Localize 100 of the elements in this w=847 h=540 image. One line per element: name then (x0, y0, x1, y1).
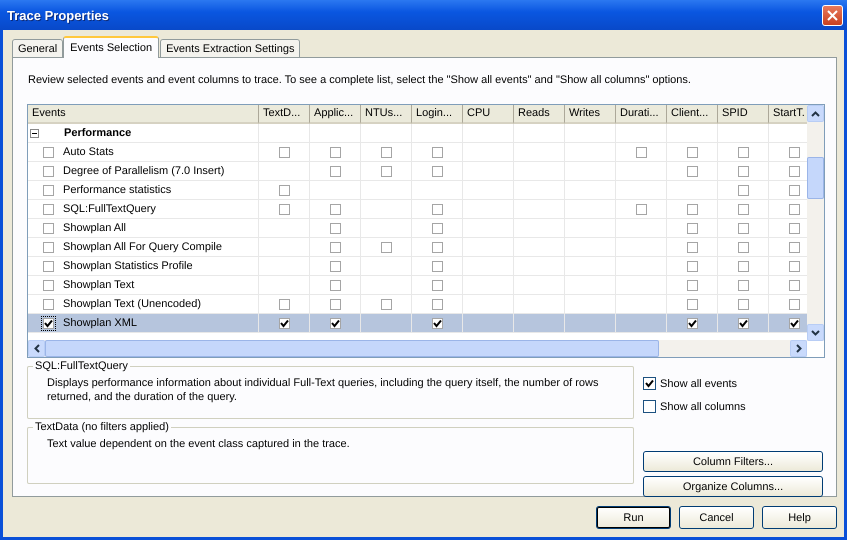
checkbox[interactable] (330, 298, 340, 310)
checkbox[interactable] (43, 184, 54, 196)
column-header[interactable]: TextD... (259, 105, 310, 124)
checkbox[interactable] (788, 260, 800, 272)
checkbox[interactable] (432, 166, 442, 176)
checkbox[interactable] (43, 242, 54, 252)
checkbox[interactable] (788, 280, 800, 290)
checkbox[interactable] (432, 298, 442, 310)
checkbox[interactable] (738, 204, 748, 214)
checkbox[interactable] (686, 260, 698, 272)
checkbox[interactable] (432, 204, 442, 214)
side-button[interactable]: Column Filters... (643, 451, 823, 472)
scroll-down-icon[interactable] (807, 324, 824, 341)
scroll-thumb[interactable] (45, 340, 659, 357)
checkbox[interactable] (738, 298, 748, 310)
checkbox[interactable] (43, 318, 54, 328)
checkbox[interactable] (330, 242, 340, 252)
checkbox[interactable] (432, 222, 442, 234)
checkbox[interactable] (278, 184, 290, 196)
checkbox[interactable] (330, 204, 340, 214)
column-header[interactable]: Reads (514, 105, 565, 124)
column-header[interactable]: SPID (718, 105, 769, 124)
checkbox[interactable] (788, 146, 800, 158)
checkbox[interactable] (788, 184, 800, 196)
checkbox[interactable] (330, 146, 340, 158)
checkbox[interactable] (738, 318, 748, 328)
checkbox[interactable] (643, 400, 656, 413)
checkbox[interactable] (330, 166, 340, 176)
checkbox[interactable] (432, 260, 442, 272)
checkbox[interactable] (788, 222, 800, 234)
column-header[interactable]: Durati... (616, 105, 667, 124)
checkbox[interactable] (278, 204, 290, 214)
checkbox[interactable] (738, 146, 748, 158)
checkbox[interactable] (278, 146, 290, 158)
checkbox[interactable] (43, 166, 54, 176)
column-header[interactable]: Login... (412, 105, 463, 124)
dialog-button[interactable]: Run (596, 506, 671, 529)
column-header[interactable]: CPU (463, 105, 514, 124)
column-header[interactable]: Events (28, 105, 259, 124)
checkbox[interactable] (686, 280, 698, 290)
close-button[interactable] (822, 4, 843, 26)
checkbox[interactable] (278, 298, 290, 310)
checkbox[interactable] (686, 204, 698, 214)
scroll-left-icon[interactable] (28, 340, 45, 357)
column-header[interactable]: StartT. (769, 105, 807, 124)
checkbox[interactable] (686, 318, 698, 328)
checkbox[interactable] (432, 242, 442, 252)
collapse-toggle[interactable] (30, 128, 39, 138)
checkbox[interactable] (738, 166, 748, 176)
horizontal-scrollbar[interactable] (28, 340, 807, 357)
checkbox[interactable] (330, 280, 340, 290)
checkbox[interactable] (788, 166, 800, 176)
option-label[interactable]: Show all events (660, 378, 738, 390)
checkbox[interactable] (330, 318, 340, 328)
checkbox[interactable] (43, 222, 54, 234)
checkbox[interactable] (432, 280, 442, 290)
checkbox[interactable] (380, 146, 392, 158)
tab[interactable]: Events Selection (63, 36, 160, 58)
checkbox[interactable] (636, 146, 646, 158)
checkbox[interactable] (788, 298, 800, 310)
checkbox[interactable] (43, 298, 54, 310)
checkbox[interactable] (380, 298, 392, 310)
side-button[interactable]: Organize Columns... (643, 476, 823, 497)
checkbox[interactable] (788, 204, 800, 214)
checkbox[interactable] (643, 377, 656, 390)
checkbox[interactable] (788, 242, 800, 252)
checkbox[interactable] (738, 222, 748, 234)
checkbox[interactable] (686, 222, 698, 234)
checkbox[interactable] (43, 204, 54, 214)
column-header[interactable]: NTUs... (361, 105, 412, 124)
checkbox[interactable] (380, 166, 392, 176)
checkbox[interactable] (380, 242, 392, 252)
checkbox[interactable] (686, 146, 698, 158)
scroll-thumb[interactable] (807, 157, 824, 199)
checkbox[interactable] (636, 204, 646, 214)
checkbox[interactable] (43, 260, 54, 272)
dialog-button[interactable]: Help (762, 506, 837, 529)
checkbox[interactable] (330, 260, 340, 272)
scroll-up-icon[interactable] (807, 105, 824, 122)
column-header[interactable]: Applic... (310, 105, 361, 124)
checkbox[interactable] (788, 318, 800, 328)
checkbox[interactable] (686, 298, 698, 310)
tab[interactable]: Events Extraction Settings (160, 39, 300, 57)
checkbox[interactable] (686, 242, 698, 252)
checkbox[interactable] (43, 280, 54, 290)
option-label[interactable]: Show all columns (660, 400, 746, 412)
checkbox[interactable] (43, 146, 54, 158)
checkbox[interactable] (330, 222, 340, 234)
checkbox[interactable] (738, 184, 748, 196)
checkbox[interactable] (432, 146, 442, 158)
vertical-scrollbar[interactable] (807, 105, 824, 341)
scroll-right-icon[interactable] (790, 340, 807, 357)
checkbox[interactable] (738, 280, 748, 290)
column-header[interactable]: Writes (565, 105, 616, 124)
checkbox[interactable] (432, 318, 442, 328)
checkbox[interactable] (278, 318, 290, 328)
checkbox[interactable] (686, 166, 698, 176)
column-header[interactable]: Client... (667, 105, 718, 124)
tab[interactable]: General (12, 39, 64, 57)
checkbox[interactable] (738, 260, 748, 272)
